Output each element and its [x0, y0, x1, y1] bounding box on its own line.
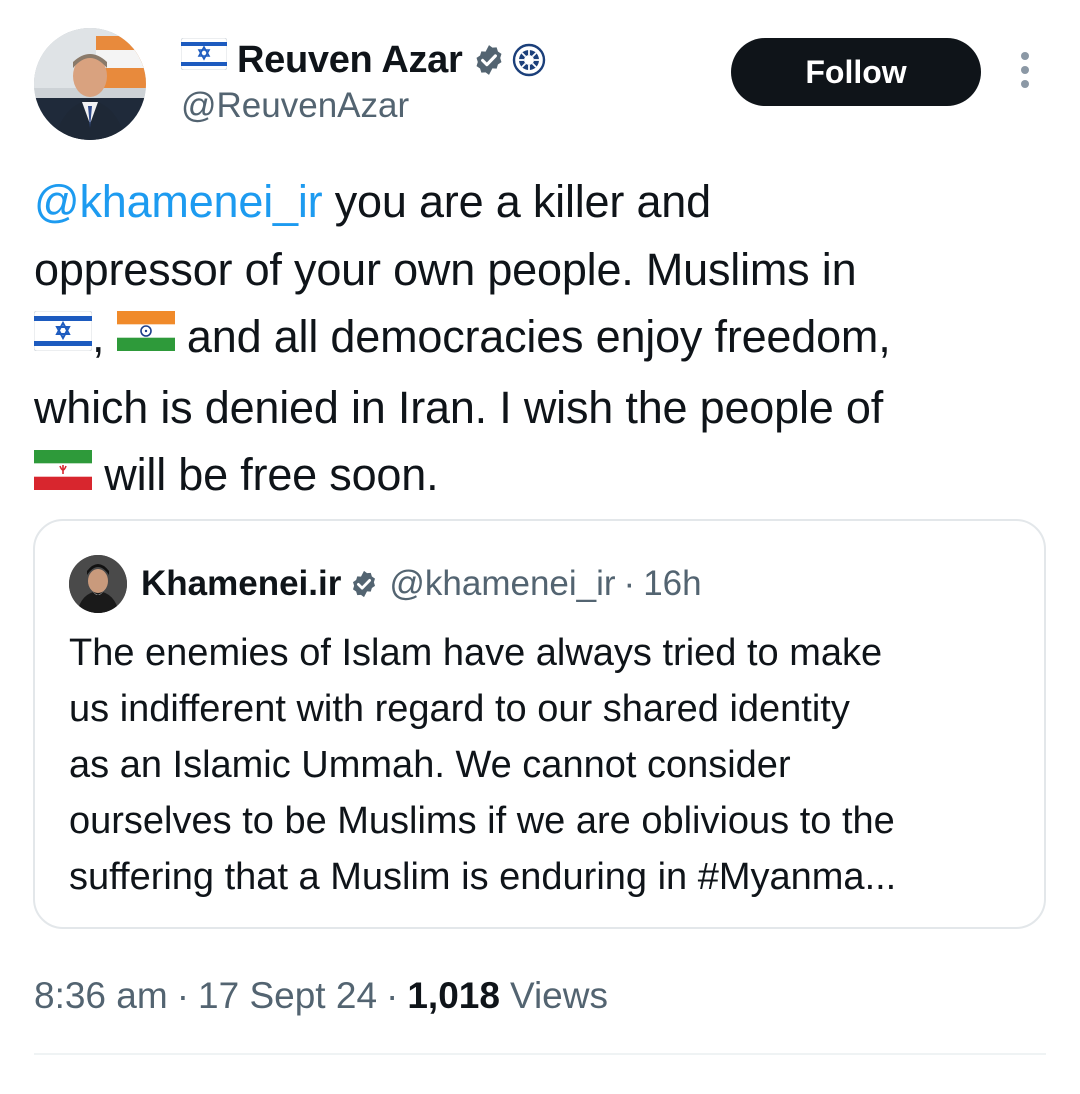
- quoted-tweet-card[interactable]: Khamenei.ir @khamenei_ir · 16h The enemi…: [33, 519, 1046, 929]
- divider: [34, 1053, 1046, 1055]
- author-handle[interactable]: @ReuvenAzar: [181, 86, 409, 126]
- government-seal-icon[interactable]: [512, 43, 546, 77]
- follow-button[interactable]: Follow: [731, 38, 981, 106]
- israel-flag-icon: [33, 302, 93, 370]
- quoted-line: ourselves to be Muslims if we are oblivi…: [69, 800, 895, 842]
- israel-flag-icon: [180, 37, 228, 75]
- verified-badge-icon[interactable]: [472, 43, 506, 77]
- views-count: 1,018: [407, 975, 500, 1016]
- tweet-text-segment: will be free soon.: [92, 449, 439, 501]
- tweet-text-segment: and all democracies enjoy freedom,: [174, 311, 891, 362]
- quoted-tweet-text: The enemies of Islam have always tried t…: [69, 625, 1029, 905]
- verified-badge-icon: [349, 569, 379, 599]
- tweet-line-2: oppressor of your own people. Muslims in: [34, 243, 857, 295]
- tweet-time[interactable]: 8:36 am: [34, 975, 168, 1017]
- quoted-line: as an Islamic Ummah. We cannot consider: [69, 744, 791, 786]
- tweet-date[interactable]: 17 Sept 24: [198, 975, 377, 1017]
- separator-dot: ·: [623, 564, 636, 603]
- quoted-author-name[interactable]: Khamenei.ir: [141, 564, 341, 604]
- quoted-tweet-header: Khamenei.ir @khamenei_ir · 16h: [141, 555, 702, 613]
- quoted-author-handle: @khamenei_ir: [389, 564, 616, 603]
- tweet-text: @khamenei_ir you are a killer and oppres…: [33, 168, 1054, 512]
- iran-flag-icon: [34, 441, 92, 509]
- quoted-tweet-time: 16h: [643, 564, 702, 603]
- tweet-line-1: @khamenei_ir you are a killer and: [34, 168, 1054, 236]
- tweet-line-3: , and all democracies enjoy freedom,: [33, 302, 1054, 374]
- separator-dot: ·: [386, 975, 399, 1016]
- author-avatar[interactable]: [34, 28, 146, 140]
- more-vertical-icon: [1019, 50, 1031, 95]
- tweet-meta: 8:36 am · 17 Sept 24 · 1,018 Views: [34, 968, 608, 1024]
- more-options-button[interactable]: [1008, 50, 1042, 95]
- author-name[interactable]: Reuven Azar: [237, 39, 463, 82]
- views-label: Views: [509, 975, 608, 1016]
- quoted-author-avatar[interactable]: [69, 555, 127, 613]
- tweet-text-segment: you are a killer and: [322, 176, 711, 227]
- tweet-text-segment: ,: [92, 311, 105, 362]
- quoted-line: The enemies of Islam have always tried t…: [69, 632, 883, 674]
- india-flag-icon: [116, 302, 175, 370]
- quoted-line: us indifferent with regard to our shared…: [69, 688, 850, 730]
- author-name-row: Reuven Azar: [180, 36, 546, 84]
- tweet-line-4: which is denied in Iran. I wish the peop…: [34, 381, 884, 433]
- quoted-line: suffering that a Muslim is enduring in #…: [69, 856, 897, 898]
- tweet-line-5: will be free soon.: [34, 441, 1054, 512]
- separator-dot: ·: [176, 975, 190, 1016]
- mention-link[interactable]: @khamenei_ir: [34, 176, 323, 227]
